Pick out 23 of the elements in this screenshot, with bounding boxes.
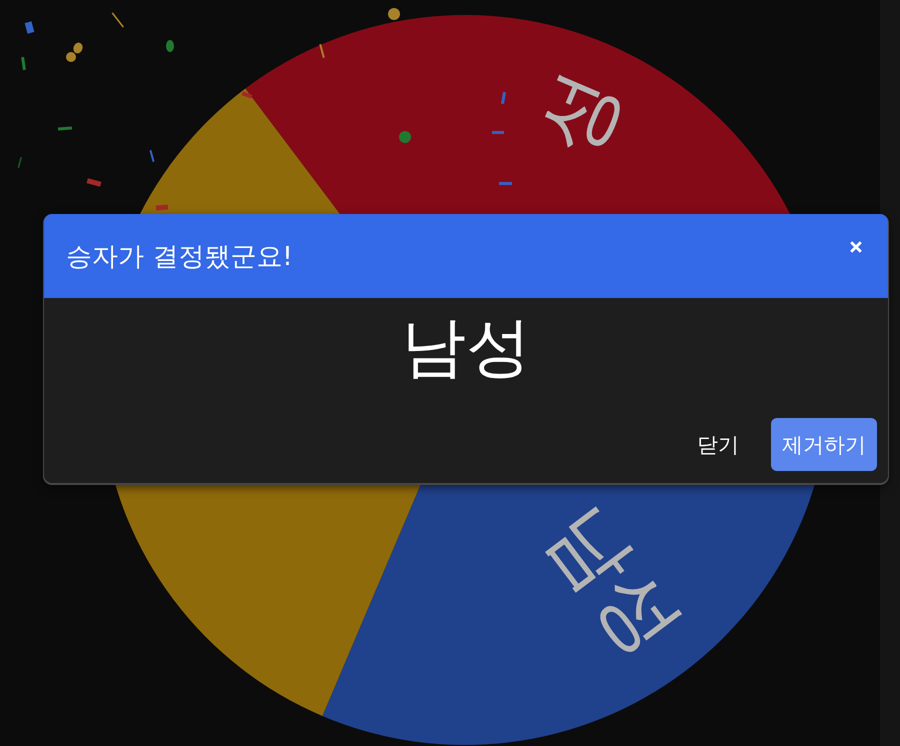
close-text-button[interactable]: 닫기	[685, 418, 751, 471]
confetti-piece	[24, 21, 34, 34]
confetti-piece	[21, 56, 26, 70]
confetti-piece	[388, 8, 400, 20]
confetti-piece	[156, 204, 168, 211]
confetti-piece	[73, 42, 83, 54]
confetti-piece	[242, 91, 252, 99]
segment-label: 남성	[530, 488, 701, 672]
winner-name: 남성	[401, 309, 531, 387]
segment-label: 성	[520, 58, 637, 168]
confetti-piece	[58, 126, 72, 130]
confetti-piece	[500, 92, 506, 104]
dialog-title: 승자가 결정됐군요!	[66, 240, 293, 274]
confetti-piece	[166, 40, 174, 52]
confetti-piece	[492, 131, 504, 134]
confetti-piece	[66, 52, 76, 62]
confetti-piece	[86, 178, 102, 187]
confetti-piece	[499, 182, 512, 185]
confetti-piece	[319, 44, 325, 58]
confetti-piece	[18, 156, 22, 168]
confetti-piece	[149, 150, 155, 162]
confetti-piece	[399, 131, 411, 143]
close-icon	[850, 241, 862, 253]
